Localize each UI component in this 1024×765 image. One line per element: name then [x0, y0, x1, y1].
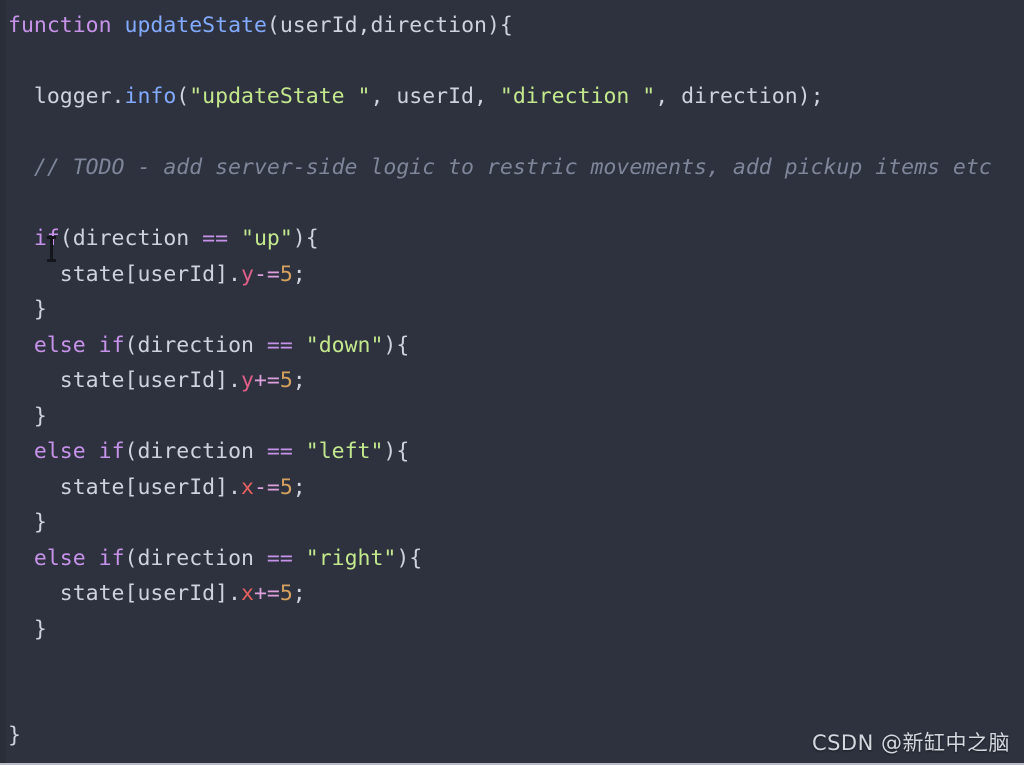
code-token-plain: }	[8, 510, 47, 535]
code-token-string: "right"	[305, 545, 397, 571]
code-token-number: 5	[279, 368, 293, 393]
code-token-plain: ){	[292, 226, 319, 251]
code-token-number: 5	[279, 581, 293, 606]
code-token-function-name: info	[124, 84, 177, 109]
code-token-property-y: y	[241, 261, 254, 287]
code-token-plain: (	[176, 84, 190, 109]
code-token-plain: state[userId].	[8, 368, 241, 393]
code-token-keyword: function	[8, 13, 112, 38]
code-token-plain: ;	[292, 474, 306, 500]
code-token-plain: , direction);	[655, 84, 824, 109]
code-token-operator: +=	[253, 581, 280, 606]
code-line[interactable]	[0, 683, 1024, 719]
code-line[interactable]	[0, 186, 1024, 222]
code-token-string: "down"	[305, 332, 384, 358]
code-token-keyword: ==	[266, 332, 293, 358]
code-line[interactable]: }	[0, 505, 1024, 541]
code-token-string: "updateState "	[189, 84, 371, 109]
code-token-plain: ;	[292, 368, 306, 393]
code-line[interactable]	[0, 115, 1024, 151]
code-token-plain: , userId,	[370, 84, 500, 109]
code-line[interactable]	[0, 647, 1024, 683]
code-editor-screenshot: function updateState(userId,direction){ …	[0, 0, 1024, 765]
code-token-keyword: ==	[266, 439, 293, 464]
code-line[interactable]: state[userId].x+=5;	[0, 576, 1024, 612]
code-token-string: "up"	[241, 226, 293, 251]
code-token-plain: }	[8, 723, 21, 748]
code-token-function-name: updateState	[124, 13, 267, 38]
code-line[interactable]: if(direction == "up"){	[0, 221, 1024, 257]
code-token-keyword: else	[33, 545, 86, 571]
code-token-plain: logger.	[8, 84, 125, 109]
text-cursor-icon	[47, 236, 56, 262]
code-line[interactable]: }	[0, 292, 1024, 328]
code-token-plain: state[userId].	[8, 581, 241, 606]
code-token-keyword: else	[33, 439, 86, 464]
code-token-keyword: if	[98, 332, 125, 358]
code-token-operator: +=	[253, 368, 280, 393]
code-token-keyword: if	[98, 545, 125, 571]
code-token-keyword: if	[98, 439, 125, 464]
code-token-plain: (direction	[124, 545, 267, 571]
code-line[interactable]: else if(direction == "right"){	[0, 541, 1024, 577]
code-token-plain: }	[8, 297, 47, 322]
code-token-plain: (direction	[59, 226, 203, 251]
code-token-property-x: x	[241, 474, 254, 500]
code-token-comment: // TODO - add server-side logic to restr…	[8, 155, 992, 180]
code-token-operator: -=	[253, 474, 280, 500]
code-token-plain: (userId,direction){	[266, 13, 513, 38]
csdn-watermark: CSDN @新缸中之脑	[811, 731, 1010, 755]
code-token-plain: state[userId].	[8, 261, 241, 287]
code-token-plain: ){	[396, 545, 423, 571]
code-editor-text-area[interactable]: function updateState(userId,direction){ …	[0, 0, 1024, 763]
code-line[interactable]: state[userId].y-=5;	[0, 257, 1024, 293]
code-line[interactable]: logger.info("updateState ", userId, "dir…	[0, 79, 1024, 115]
code-token-string: "left"	[305, 439, 384, 464]
code-token-plain: ;	[292, 261, 306, 287]
code-token-plain: }	[8, 616, 47, 642]
code-token-keyword: ==	[202, 226, 229, 251]
code-line[interactable]: // TODO - add server-side logic to restr…	[0, 150, 1024, 186]
code-token-keyword: else	[33, 332, 86, 358]
code-token-string: "direction "	[499, 84, 656, 109]
code-token-property-y: y	[241, 368, 254, 393]
code-line[interactable]: }	[0, 399, 1024, 435]
code-token-operator: -=	[253, 261, 280, 287]
code-line[interactable]	[0, 44, 1024, 80]
code-token-plain: ){	[383, 439, 410, 464]
code-token-keyword: ==	[266, 545, 293, 571]
code-line[interactable]: state[userId].x-=5;	[0, 470, 1024, 506]
code-token-plain: (direction	[124, 332, 267, 358]
code-line[interactable]: else if(direction == "left"){	[0, 434, 1024, 470]
code-token-property-x: x	[241, 581, 254, 606]
code-line[interactable]: state[userId].y+=5;	[0, 363, 1024, 399]
editor-gutter-edge	[0, 0, 6, 763]
code-line[interactable]: else if(direction == "down"){	[0, 328, 1024, 364]
code-token-plain: ){	[383, 332, 410, 358]
code-token-plain: (direction	[124, 439, 267, 464]
code-token-plain: ;	[292, 581, 306, 606]
code-token-number: 5	[279, 261, 293, 287]
code-token-plain: }	[8, 403, 47, 429]
code-token-plain: state[userId].	[8, 474, 241, 500]
code-line[interactable]: function updateState(userId,direction){	[0, 8, 1024, 44]
code-token-number: 5	[279, 474, 293, 500]
code-line[interactable]: }	[0, 612, 1024, 648]
